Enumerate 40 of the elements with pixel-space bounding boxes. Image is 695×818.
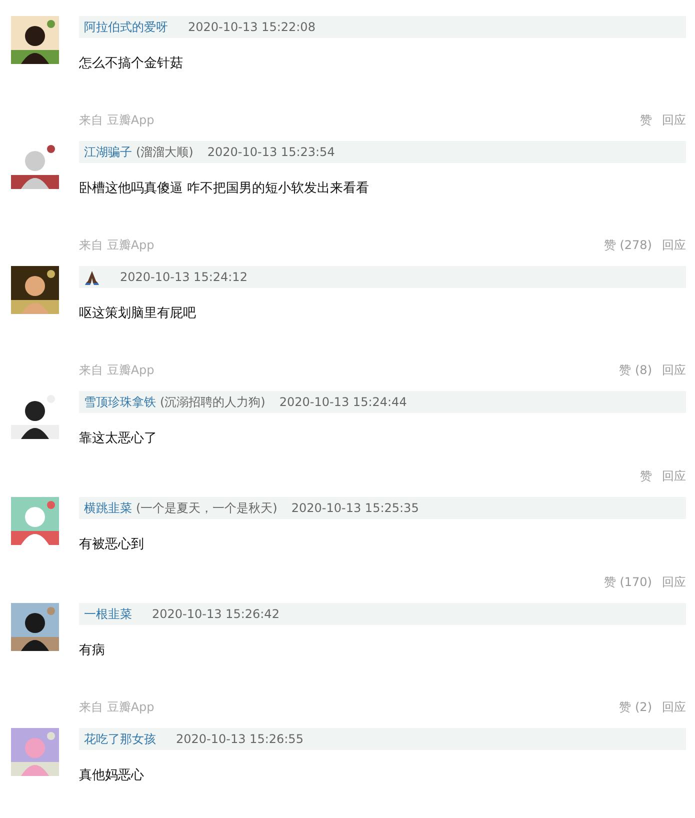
comment-text: 有病: [79, 642, 106, 660]
comment-time: 2020-10-13 15:24:44: [279, 395, 407, 409]
source-label: 来自 豆瓣App: [79, 698, 154, 716]
like-link[interactable]: 赞 (170): [604, 574, 652, 590]
like-link[interactable]: 赞 (278): [604, 236, 652, 254]
like-link[interactable]: 赞 (8): [619, 362, 652, 378]
source-label: 来自 豆瓣App: [79, 112, 154, 128]
comment-text: 呕这策划脑里有屁吧: [79, 305, 197, 323]
like-link[interactable]: 赞: [640, 468, 652, 484]
user-nickname: (溜溜大顺): [136, 144, 194, 160]
reply-link[interactable]: 回应: [662, 468, 686, 484]
comment-text: 真他妈恶心: [79, 767, 145, 785]
comment-time: 2020-10-13 15:26:55: [176, 732, 304, 746]
reply-link[interactable]: 回应: [662, 362, 686, 378]
comment-text: 有被恶心到: [79, 536, 145, 554]
comment-time: 2020-10-13 15:22:08: [188, 20, 316, 34]
user-nickname: (沉溺招聘的人力狗): [160, 394, 266, 410]
user-name-link[interactable]: 江湖骗子: [84, 144, 132, 160]
comment-time: 2020-10-13 15:23:54: [207, 145, 335, 159]
praying-hands-icon: [84, 269, 100, 285]
reply-link[interactable]: 回应: [662, 574, 686, 590]
source-label: 来自 豆瓣App: [79, 236, 154, 254]
like-link[interactable]: 赞 (2): [619, 698, 652, 716]
user-name-link[interactable]: 雪顶珍珠拿铁: [84, 394, 156, 410]
like-link[interactable]: 赞: [640, 112, 652, 128]
reply-link[interactable]: 回应: [662, 236, 686, 254]
comment-text: 怎么不搞个金针菇: [79, 55, 184, 73]
user-name-link[interactable]: 横跳韭菜: [84, 500, 132, 516]
reply-link[interactable]: 回应: [662, 112, 686, 128]
user-name-link[interactable]: 花吃了那女孩: [84, 730, 156, 748]
comment-time: 2020-10-13 15:26:42: [152, 607, 280, 621]
comment-time: 2020-10-13 15:25:35: [291, 501, 419, 515]
user-name-link[interactable]: 阿拉伯式的爱呀: [84, 18, 168, 36]
reply-link[interactable]: 回应: [662, 698, 686, 716]
comment-time: 2020-10-13 15:24:12: [120, 270, 248, 284]
comment-text: 卧槽这他吗真傻逼 咋不把国男的短小软发出来看看: [79, 180, 370, 198]
user-name-link[interactable]: 一根韭菜: [84, 606, 132, 622]
source-label: 来自 豆瓣App: [79, 362, 154, 378]
comment-text: 靠这太恶心了: [79, 430, 158, 448]
user-nickname: (一个是夏天，一个是秋天): [136, 500, 278, 516]
